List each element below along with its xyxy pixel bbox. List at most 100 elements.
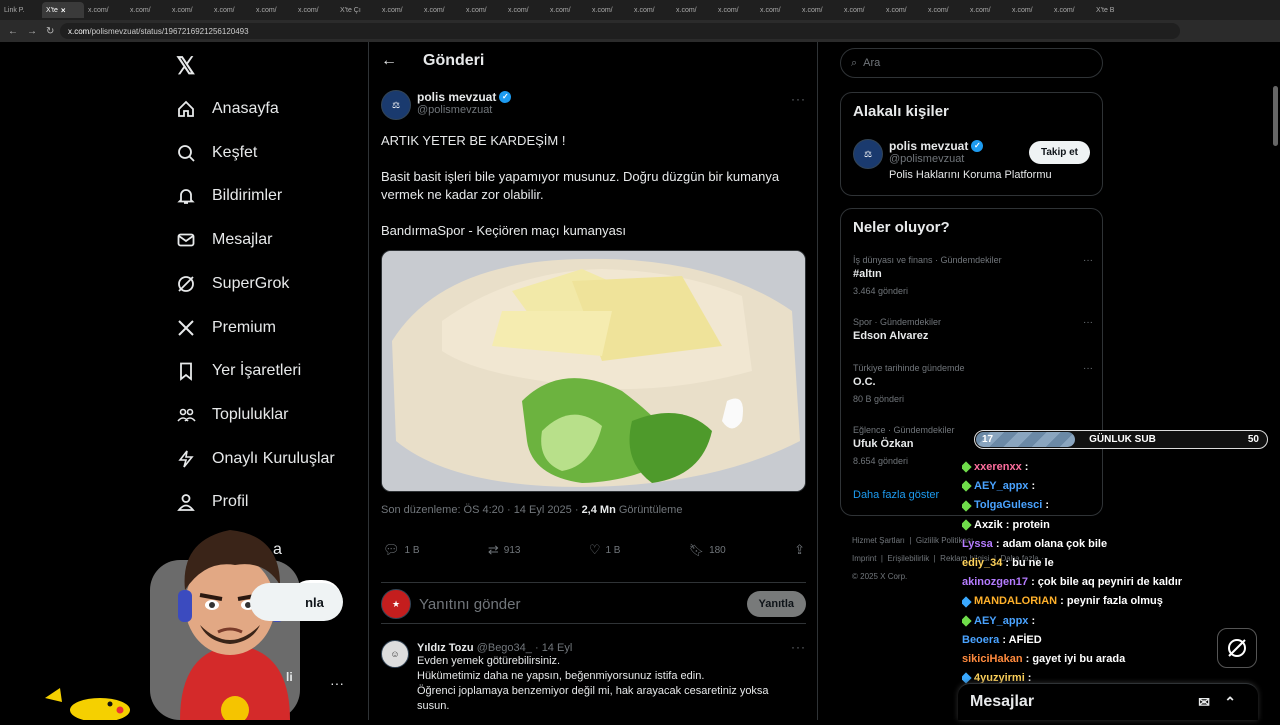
forward-arrow-icon[interactable]: →	[27, 26, 37, 37]
nav-item-person[interactable]: Profil	[176, 487, 248, 517]
nav-item-home[interactable]: Anasayfa	[176, 94, 279, 124]
home-icon	[178, 100, 194, 117]
nav-item-people[interactable]: Topluluklar	[176, 400, 288, 430]
reload-icon[interactable]: ↻	[46, 26, 54, 37]
browser-tab[interactable]: x.com/	[588, 2, 630, 18]
close-tab-icon[interactable]: ×	[61, 6, 66, 15]
browser-tab[interactable]: X'te ×	[42, 2, 84, 18]
browser-tab[interactable]: x.com/	[1050, 2, 1092, 18]
browser-tab[interactable]: x.com/	[756, 2, 798, 18]
nav-item-bell[interactable]: Bildirimler	[176, 181, 282, 211]
avatar[interactable]: ☺	[381, 640, 409, 668]
browser-tab[interactable]: x.com/	[882, 2, 924, 18]
browser-tab[interactable]: x.com/	[210, 2, 252, 18]
related-user[interactable]: polis mevzuat ✓ @polismevzuat Polis Hakla…	[889, 139, 1052, 181]
trend-item[interactable]: İş dünyası ve finans · Gündemdekiler #alt…	[853, 255, 1093, 296]
footer-link[interactable]: Hizmet Şartları	[852, 536, 905, 545]
repost-action[interactable]: ⇄ 913	[488, 542, 521, 558]
follow-button[interactable]: Takip et	[1028, 141, 1090, 164]
nav-item-grok[interactable]: SuperGrok	[176, 269, 289, 299]
nav-item-search[interactable]: Keşfet	[176, 138, 257, 168]
more-options-icon[interactable]: ···	[1083, 363, 1093, 374]
copyright: © 2025 X Corp.	[852, 572, 908, 581]
browser-tab[interactable]: x.com/	[504, 2, 546, 18]
more-options-icon[interactable]: ···	[1083, 317, 1093, 328]
avatar[interactable]: ⚖	[381, 90, 411, 120]
chevron-up-icon[interactable]: ⌃	[1224, 694, 1236, 711]
new-message-icon[interactable]: ✉	[1198, 694, 1210, 711]
bookmark-action[interactable]: 🔖︎ 180	[689, 542, 726, 558]
browser-tab[interactable]: x.com/	[420, 2, 462, 18]
reply-action[interactable]: 💬︎ 1 B	[383, 542, 420, 558]
comment-author-name: Yıldız Tozu	[417, 642, 474, 654]
tab-title: X'te Çı	[340, 6, 361, 14]
nav-item-mail[interactable]: Mesajlar	[176, 225, 272, 255]
browser-tab[interactable]: Link P.	[0, 2, 42, 18]
views-label: Görüntüleme	[615, 504, 683, 516]
trend-item[interactable]: Spor · Gündemdekiler Edson Alvarez ···	[853, 317, 1093, 342]
back-arrow-icon[interactable]: ←	[8, 26, 18, 37]
avatar[interactable]: ⚖	[853, 139, 883, 169]
browser-tab[interactable]: x.com/	[252, 2, 294, 18]
comment-date: · 14 Eyl	[534, 642, 573, 654]
browser-tab[interactable]: X'te B	[1092, 2, 1134, 18]
browser-tab[interactable]: x.com/	[294, 2, 336, 18]
more-options-icon[interactable]: ···	[791, 640, 806, 654]
post-header: ← Gönderi	[381, 52, 484, 70]
browser-tab[interactable]: x.com/	[798, 2, 840, 18]
more-options-icon[interactable]: ···	[1083, 255, 1093, 266]
browser-tab[interactable]: x.com/	[462, 2, 504, 18]
url-field[interactable]: x.com/polismevzuat/status/19672169212561…	[60, 23, 1180, 39]
page-scrollbar[interactable]	[1273, 86, 1278, 146]
views-count: 2,4 Mn	[581, 504, 616, 516]
browser-tab[interactable]: x.com/	[126, 2, 168, 18]
chat-username: akinozgen17	[962, 576, 1029, 589]
trend-name: #altın	[853, 268, 882, 280]
tab-title: x.com/	[634, 6, 655, 14]
nav-item-label: Premium	[212, 318, 277, 336]
share-action[interactable]: ⇪	[794, 542, 805, 558]
browser-tab[interactable]: x.com/	[924, 2, 966, 18]
browser-tab[interactable]: x.com/	[378, 2, 420, 18]
chat-badge-icon	[962, 519, 972, 531]
search-icon	[178, 144, 195, 162]
browser-tab[interactable]: x.com/	[84, 2, 126, 18]
post-author[interactable]: ⚖ polis mevzuat ✓ @polismevzuat	[381, 90, 512, 120]
repost-icon: ⇄	[487, 542, 499, 557]
browser-tab[interactable]: x.com/	[168, 2, 210, 18]
show-more-link[interactable]: Daha fazla göster	[853, 489, 939, 501]
tab-title: x.com/	[172, 6, 193, 14]
nav-item-lightning[interactable]: Onaylı Kuruluşlar	[176, 444, 335, 474]
browser-tab[interactable]: X'te Çı	[336, 2, 378, 18]
related-handle: @polismevzuat	[889, 153, 965, 165]
browser-tab[interactable]: x.com/	[714, 2, 756, 18]
browser-tab[interactable]: x.com/	[672, 2, 714, 18]
like-action[interactable]: ♡ 1 B	[589, 542, 621, 558]
reply-input[interactable]: Yanıtını gönder	[419, 596, 747, 613]
search-input[interactable]: ⌕ Ara	[840, 48, 1103, 78]
nav-item-x-logo[interactable]: Premium	[176, 313, 276, 343]
repost-count: 913	[503, 544, 521, 556]
back-arrow-icon[interactable]: ←	[381, 52, 397, 70]
footer-link[interactable]: Imprint	[852, 554, 876, 563]
chat-message: ediy_34 : bu ne le	[962, 554, 1202, 573]
reply-button[interactable]: Yanıtla	[746, 591, 806, 617]
browser-tab[interactable]: x.com/	[630, 2, 672, 18]
x-logo-icon[interactable]: 𝕏	[176, 52, 195, 81]
bookmark-count: 180	[709, 544, 726, 556]
browser-tab[interactable]: x.com/	[840, 2, 882, 18]
comment-icon: 💬︎	[383, 542, 400, 557]
browser-tab[interactable]: x.com/	[966, 2, 1008, 18]
post-button[interactable]: nla	[250, 583, 343, 621]
messages-drawer[interactable]: Mesajlar ✉ ⌃	[958, 683, 1258, 720]
chat-username: Axzik	[974, 518, 1003, 531]
footer-link[interactable]: Erişilebilirlik	[887, 554, 929, 563]
nav-item-bookmark[interactable]: Yer İşaretleri	[176, 356, 301, 386]
tab-title: x.com/	[466, 6, 487, 14]
grok-button[interactable]	[1217, 628, 1257, 668]
browser-tab[interactable]: x.com/	[546, 2, 588, 18]
trend-item[interactable]: Türkiye tarihinde gündemde O.C. 80 B gönde…	[853, 363, 1093, 404]
post-image-sandwich[interactable]	[381, 250, 806, 492]
more-options-icon[interactable]: ···	[791, 92, 806, 106]
browser-tab[interactable]: x.com/	[1008, 2, 1050, 18]
